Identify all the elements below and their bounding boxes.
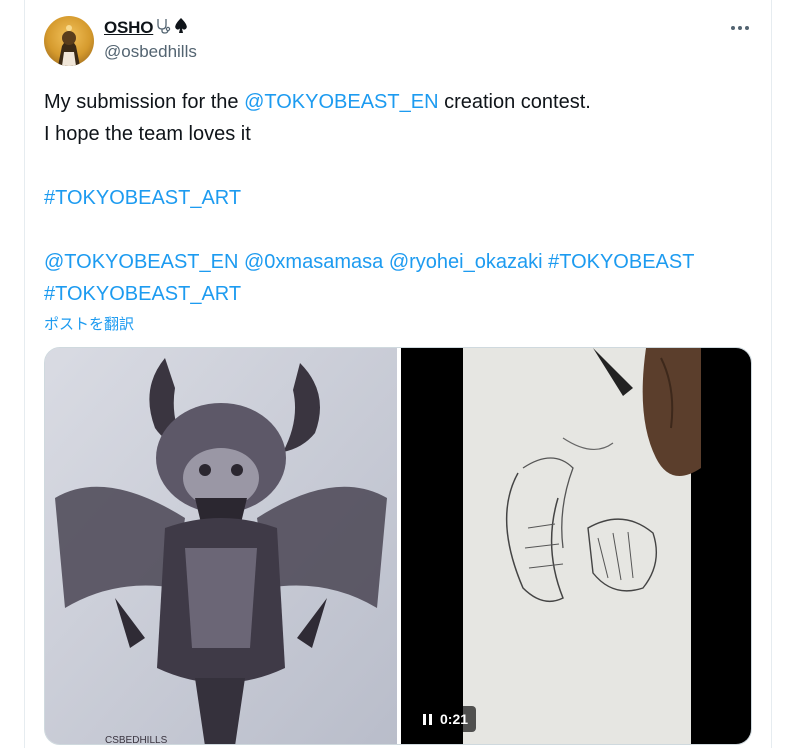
name-badges — [155, 17, 189, 40]
hashtag-link[interactable]: #TOKYOBEAST_ART — [44, 187, 241, 209]
stethoscope-icon — [155, 17, 171, 40]
mention-link[interactable]: @ryohei_okazaki — [389, 251, 543, 273]
hashtag-link[interactable]: #TOKYOBEAST_ART — [44, 283, 241, 305]
mention-link[interactable]: @TOKYOBEAST_EN — [244, 91, 438, 113]
handle[interactable]: @osbedhills — [104, 42, 197, 62]
svg-text:CSBEDHILLS: CSBEDHILLS — [105, 735, 168, 745]
display-name-row: OSHO — [104, 16, 189, 40]
spade-icon — [173, 17, 189, 40]
artwork-photo[interactable]: CSBEDHILLS — [45, 348, 397, 745]
page: OSHO @osbedhills My submission for the @… — [0, 0, 790, 748]
pause-icon[interactable] — [423, 713, 432, 725]
media-grid: CSBEDHILLS 0:21 — [44, 347, 752, 745]
tweet-line-1: My submission for the @TOKYOBEAST_EN cre… — [44, 86, 744, 118]
video-time: 0:21 — [440, 711, 469, 727]
translate-post-link[interactable]: ポストを翻訳 — [44, 313, 134, 334]
display-name[interactable]: OSHO — [104, 18, 153, 38]
hashtag-link[interactable]: #TOKYOBEAST — [548, 251, 694, 273]
mention-link[interactable]: @TOKYOBEAST_EN — [44, 251, 238, 273]
text-segment: creation contest. — [438, 91, 591, 113]
avatar[interactable] — [44, 16, 94, 66]
more-button[interactable] — [724, 16, 756, 40]
tweet-line-hashtag-2: #TOKYOBEAST_ART — [44, 278, 744, 310]
tweet-line-mentions: @TOKYOBEAST_EN @0xmasamasa @ryohei_okaza… — [44, 246, 744, 278]
drawing-video[interactable]: 0:21 — [401, 348, 751, 744]
video-controls: 0:21 — [415, 706, 477, 732]
more-icon — [731, 26, 735, 30]
tweet-line-2: I hope the team loves it — [44, 123, 251, 145]
mention-link[interactable]: @0xmasamasa — [244, 251, 383, 273]
tweet-line-hashtag: #TOKYOBEAST_ART — [44, 182, 744, 214]
tweet-text: My submission for the @TOKYOBEAST_EN cre… — [44, 86, 744, 310]
text-segment: My submission for the — [44, 91, 245, 113]
